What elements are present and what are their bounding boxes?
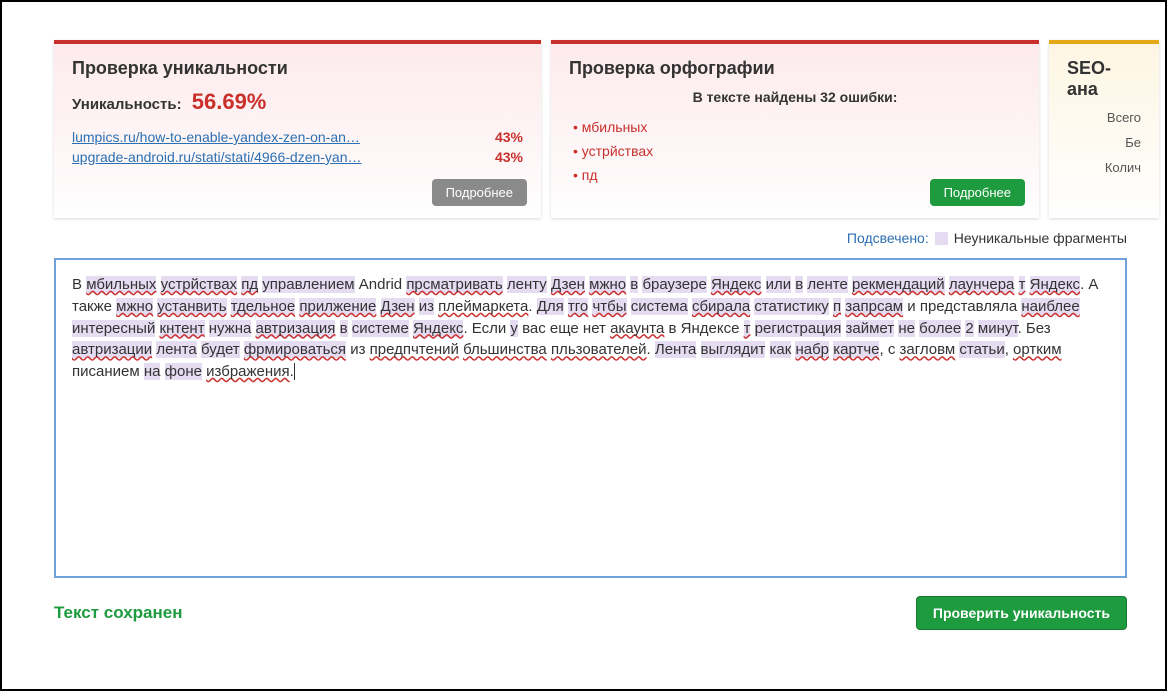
uniqueness-title: Проверка уникальности [72, 58, 523, 79]
seo-line: Колич [1067, 160, 1141, 175]
spelling-error-list: мбильных устрйствах пд [569, 119, 1021, 183]
uniqueness-more-button[interactable]: Подробнее [432, 179, 527, 206]
spelling-panel: Проверка орфографии В тексте найдены 32 … [551, 40, 1039, 218]
match-percent: 43% [495, 149, 523, 165]
match-percent: 43% [495, 129, 523, 145]
seo-line: Всего [1067, 110, 1141, 125]
match-row: lumpics.ru/how-to-enable-yandex-zen-on-a… [72, 129, 523, 145]
legend-label[interactable]: Подсвечено: [847, 230, 929, 246]
match-row: upgrade-android.ru/stati/stati/4966-dzen… [72, 149, 523, 165]
highlight-legend: Подсвечено: Неуникальные фрагменты [2, 218, 1165, 254]
seo-line: Бе [1067, 135, 1141, 150]
seo-panel: SEO-ана Всего Бе Колич [1049, 40, 1159, 218]
spelling-error-item: мбильных [569, 119, 1021, 135]
legend-text: Неуникальные фрагменты [954, 230, 1127, 246]
spelling-error-item: устрйствах [569, 143, 1021, 159]
saved-message: Текст сохранен [54, 603, 182, 623]
seo-title: SEO-ана [1067, 58, 1141, 100]
bottom-bar: Текст сохранен Проверить уникальность [54, 596, 1127, 630]
spelling-subtitle: В тексте найдены 32 ошибки: [569, 89, 1021, 105]
spelling-more-button[interactable]: Подробнее [930, 179, 1025, 206]
uniqueness-label: Уникальность: [72, 96, 182, 113]
check-uniqueness-button[interactable]: Проверить уникальность [916, 596, 1127, 630]
uniqueness-percent: 56.69% [192, 89, 267, 114]
text-editor[interactable]: В мбильных устрйствах пд управлением And… [54, 258, 1127, 578]
match-link[interactable]: lumpics.ru/how-to-enable-yandex-zen-on-a… [72, 129, 360, 145]
legend-swatch [935, 232, 948, 245]
uniqueness-panel: Проверка уникальности Уникальность: 56.6… [54, 40, 541, 218]
match-link[interactable]: upgrade-android.ru/stati/stati/4966-dzen… [72, 149, 362, 165]
uniqueness-score-line: Уникальность: 56.69% [72, 89, 523, 115]
spelling-title: Проверка орфографии [569, 58, 1021, 79]
